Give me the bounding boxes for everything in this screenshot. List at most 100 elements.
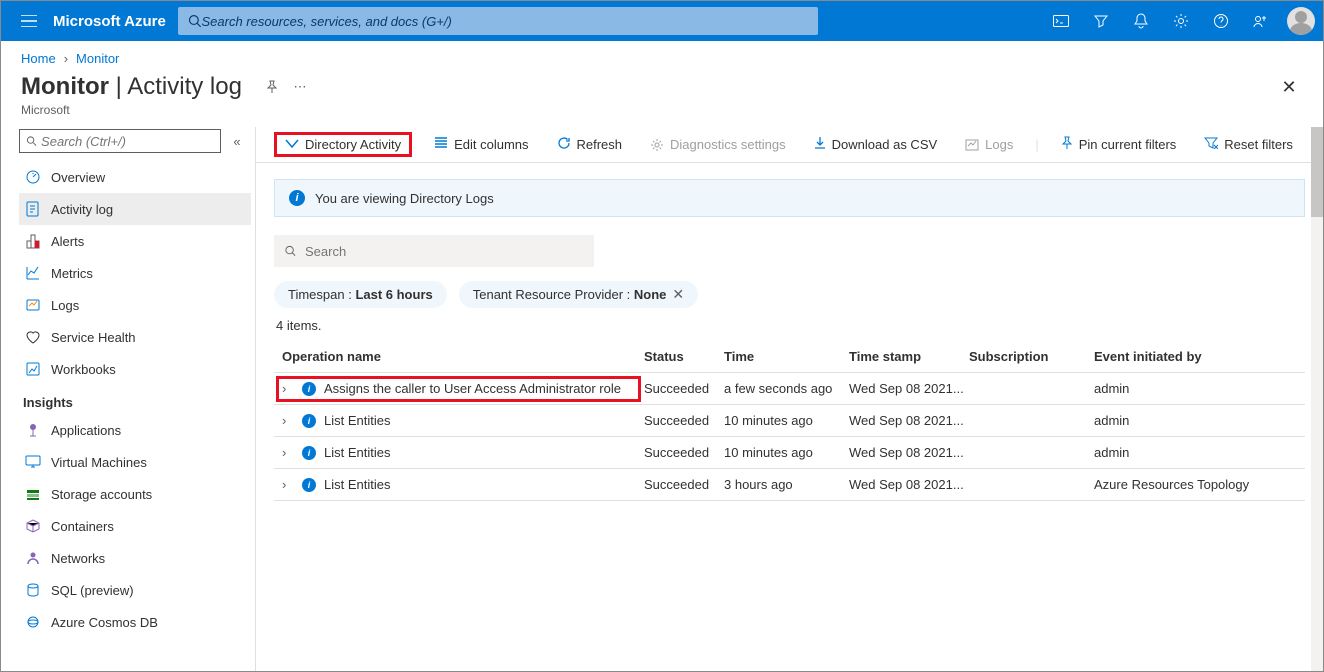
chevron-right-icon[interactable]: › (282, 445, 294, 460)
page-title: Monitor | Activity log (21, 73, 242, 101)
initiated-by-cell: Azure Resources Topology (1094, 477, 1305, 492)
directory-activity-button[interactable]: Directory Activity (274, 132, 412, 157)
breadcrumb: Home › Monitor (1, 41, 1323, 69)
settings-icon[interactable] (1161, 1, 1201, 41)
top-bar: Microsoft Azure (1, 1, 1323, 41)
global-search[interactable] (178, 7, 818, 35)
info-icon: i (302, 446, 316, 460)
status-cell: Succeeded (644, 413, 724, 428)
info-icon: i (302, 382, 316, 396)
sidebar-item-icon (25, 486, 41, 502)
table-row[interactable]: ›iList EntitiesSucceeded10 minutes agoWe… (274, 405, 1305, 437)
feedback-icon[interactable] (1241, 1, 1281, 41)
sidebar-item-icon (25, 518, 41, 534)
sidebar-item-label: SQL (preview) (51, 583, 134, 598)
close-icon[interactable]: ✕ (1275, 73, 1303, 101)
time-cell: 3 hours ago (724, 477, 849, 492)
brand-label[interactable]: Microsoft Azure (53, 13, 166, 30)
cloud-shell-icon[interactable] (1041, 1, 1081, 41)
pill-close-icon[interactable]: ✕ (672, 286, 684, 303)
edit-columns-button[interactable]: Edit columns (428, 133, 534, 156)
sidebar-item-icon (25, 201, 41, 217)
sidebar-item-sql-preview-[interactable]: SQL (preview) (19, 574, 251, 606)
initiated-by-cell: admin (1094, 413, 1305, 428)
sidebar-item-workbooks[interactable]: Workbooks (19, 353, 251, 385)
sidebar-item-azure-cosmos-db[interactable]: Azure Cosmos DB (19, 606, 251, 638)
download-csv-button[interactable]: Download as CSV (808, 132, 944, 157)
more-icon[interactable]: ⋯ (286, 73, 314, 101)
chevron-right-icon: › (64, 51, 68, 66)
sidebar-item-label: Azure Cosmos DB (51, 615, 158, 630)
timestamp-cell: Wed Sep 08 2021... (849, 381, 969, 396)
chevron-right-icon[interactable]: › (282, 381, 294, 396)
table-header: Operation name Status Time Time stamp Su… (274, 341, 1305, 373)
sidebar-item-label: Metrics (51, 266, 93, 281)
operation-name[interactable]: Assigns the caller to User Access Admini… (324, 381, 621, 396)
user-avatar[interactable] (1287, 7, 1315, 35)
operation-name[interactable]: List Entities (324, 477, 390, 492)
notifications-icon[interactable] (1121, 1, 1161, 41)
reset-filters-button[interactable]: Reset filters (1198, 133, 1299, 156)
scrollbar[interactable] (1311, 127, 1323, 671)
timestamp-cell: Wed Sep 08 2021... (849, 413, 969, 428)
refresh-button[interactable]: Refresh (551, 132, 629, 157)
sidebar-item-logs[interactable]: Logs (19, 289, 251, 321)
timestamp-cell: Wed Sep 08 2021... (849, 477, 969, 492)
filter-pill[interactable]: Tenant Resource Provider : None✕ (459, 281, 698, 308)
chevron-right-icon[interactable]: › (282, 477, 294, 492)
operation-name[interactable]: List Entities (324, 413, 390, 428)
sidebar-item-storage-accounts[interactable]: Storage accounts (19, 478, 251, 510)
status-cell: Succeeded (644, 381, 724, 396)
chevron-right-icon[interactable]: › (282, 413, 294, 428)
sidebar-item-applications[interactable]: Applications (19, 414, 251, 446)
table-row[interactable]: › i Assigns the caller to User Access Admi… (274, 373, 1305, 405)
filter-pill[interactable]: Timespan : Last 6 hours (274, 281, 447, 308)
info-icon: i (302, 478, 316, 492)
sidebar-item-label: Storage accounts (51, 487, 152, 502)
log-search[interactable] (274, 235, 594, 267)
page-title-row: Monitor | Activity log ⋯ ✕ (1, 69, 1323, 103)
sidebar-item-icon (25, 582, 41, 598)
help-icon[interactable] (1201, 1, 1241, 41)
sidebar-item-networks[interactable]: Networks (19, 542, 251, 574)
sidebar-item-containers[interactable]: Containers (19, 510, 251, 542)
sidebar-item-virtual-machines[interactable]: Virtual Machines (19, 446, 251, 478)
table-row[interactable]: ›iList EntitiesSucceeded10 minutes agoWe… (274, 437, 1305, 469)
sidebar-item-service-health[interactable]: Service Health (19, 321, 251, 353)
sidebar-item-icon (25, 233, 41, 249)
sidebar-item-label: Service Health (51, 330, 136, 345)
sidebar-item-overview[interactable]: Overview (19, 161, 251, 193)
crumb-monitor[interactable]: Monitor (76, 51, 119, 66)
collapse-sidebar-icon[interactable]: « (227, 131, 247, 151)
hamburger-icon[interactable] (9, 1, 49, 41)
operation-name[interactable]: List Entities (324, 445, 390, 460)
sidebar-item-activity-log[interactable]: Activity log (19, 193, 251, 225)
toolbar: Directory Activity Edit columns Refresh … (256, 127, 1323, 163)
sidebar-item-label: Networks (51, 551, 105, 566)
item-count: 4 items. (276, 318, 1305, 333)
sidebar-item-label: Logs (51, 298, 79, 313)
sidebar-item-icon (25, 329, 41, 345)
sidebar-search[interactable] (19, 129, 221, 153)
pin-icon[interactable] (258, 73, 286, 101)
diagnostics-button[interactable]: Diagnostics settings (644, 133, 792, 156)
sidebar-item-icon (25, 169, 41, 185)
info-banner-text: You are viewing Directory Logs (315, 191, 494, 206)
status-cell: Succeeded (644, 445, 724, 460)
time-cell: a few seconds ago (724, 381, 849, 396)
sidebar-item-label: Overview (51, 170, 105, 185)
main-content: Directory Activity Edit columns Refresh … (256, 127, 1323, 671)
pin-filters-button[interactable]: Pin current filters (1055, 132, 1183, 157)
sidebar-item-label: Activity log (51, 202, 113, 217)
logs-button[interactable]: Logs (959, 133, 1019, 156)
table-row[interactable]: ›iList EntitiesSucceeded3 hours agoWed S… (274, 469, 1305, 501)
crumb-home[interactable]: Home (21, 51, 56, 66)
global-search-input[interactable] (201, 14, 807, 29)
directory-filter-icon[interactable] (1081, 1, 1121, 41)
sidebar-search-input[interactable] (41, 134, 214, 149)
log-search-input[interactable] (305, 244, 584, 259)
sidebar-item-alerts[interactable]: Alerts (19, 225, 251, 257)
sidebar-item-label: Containers (51, 519, 114, 534)
sidebar-item-icon (25, 297, 41, 313)
sidebar-item-metrics[interactable]: Metrics (19, 257, 251, 289)
